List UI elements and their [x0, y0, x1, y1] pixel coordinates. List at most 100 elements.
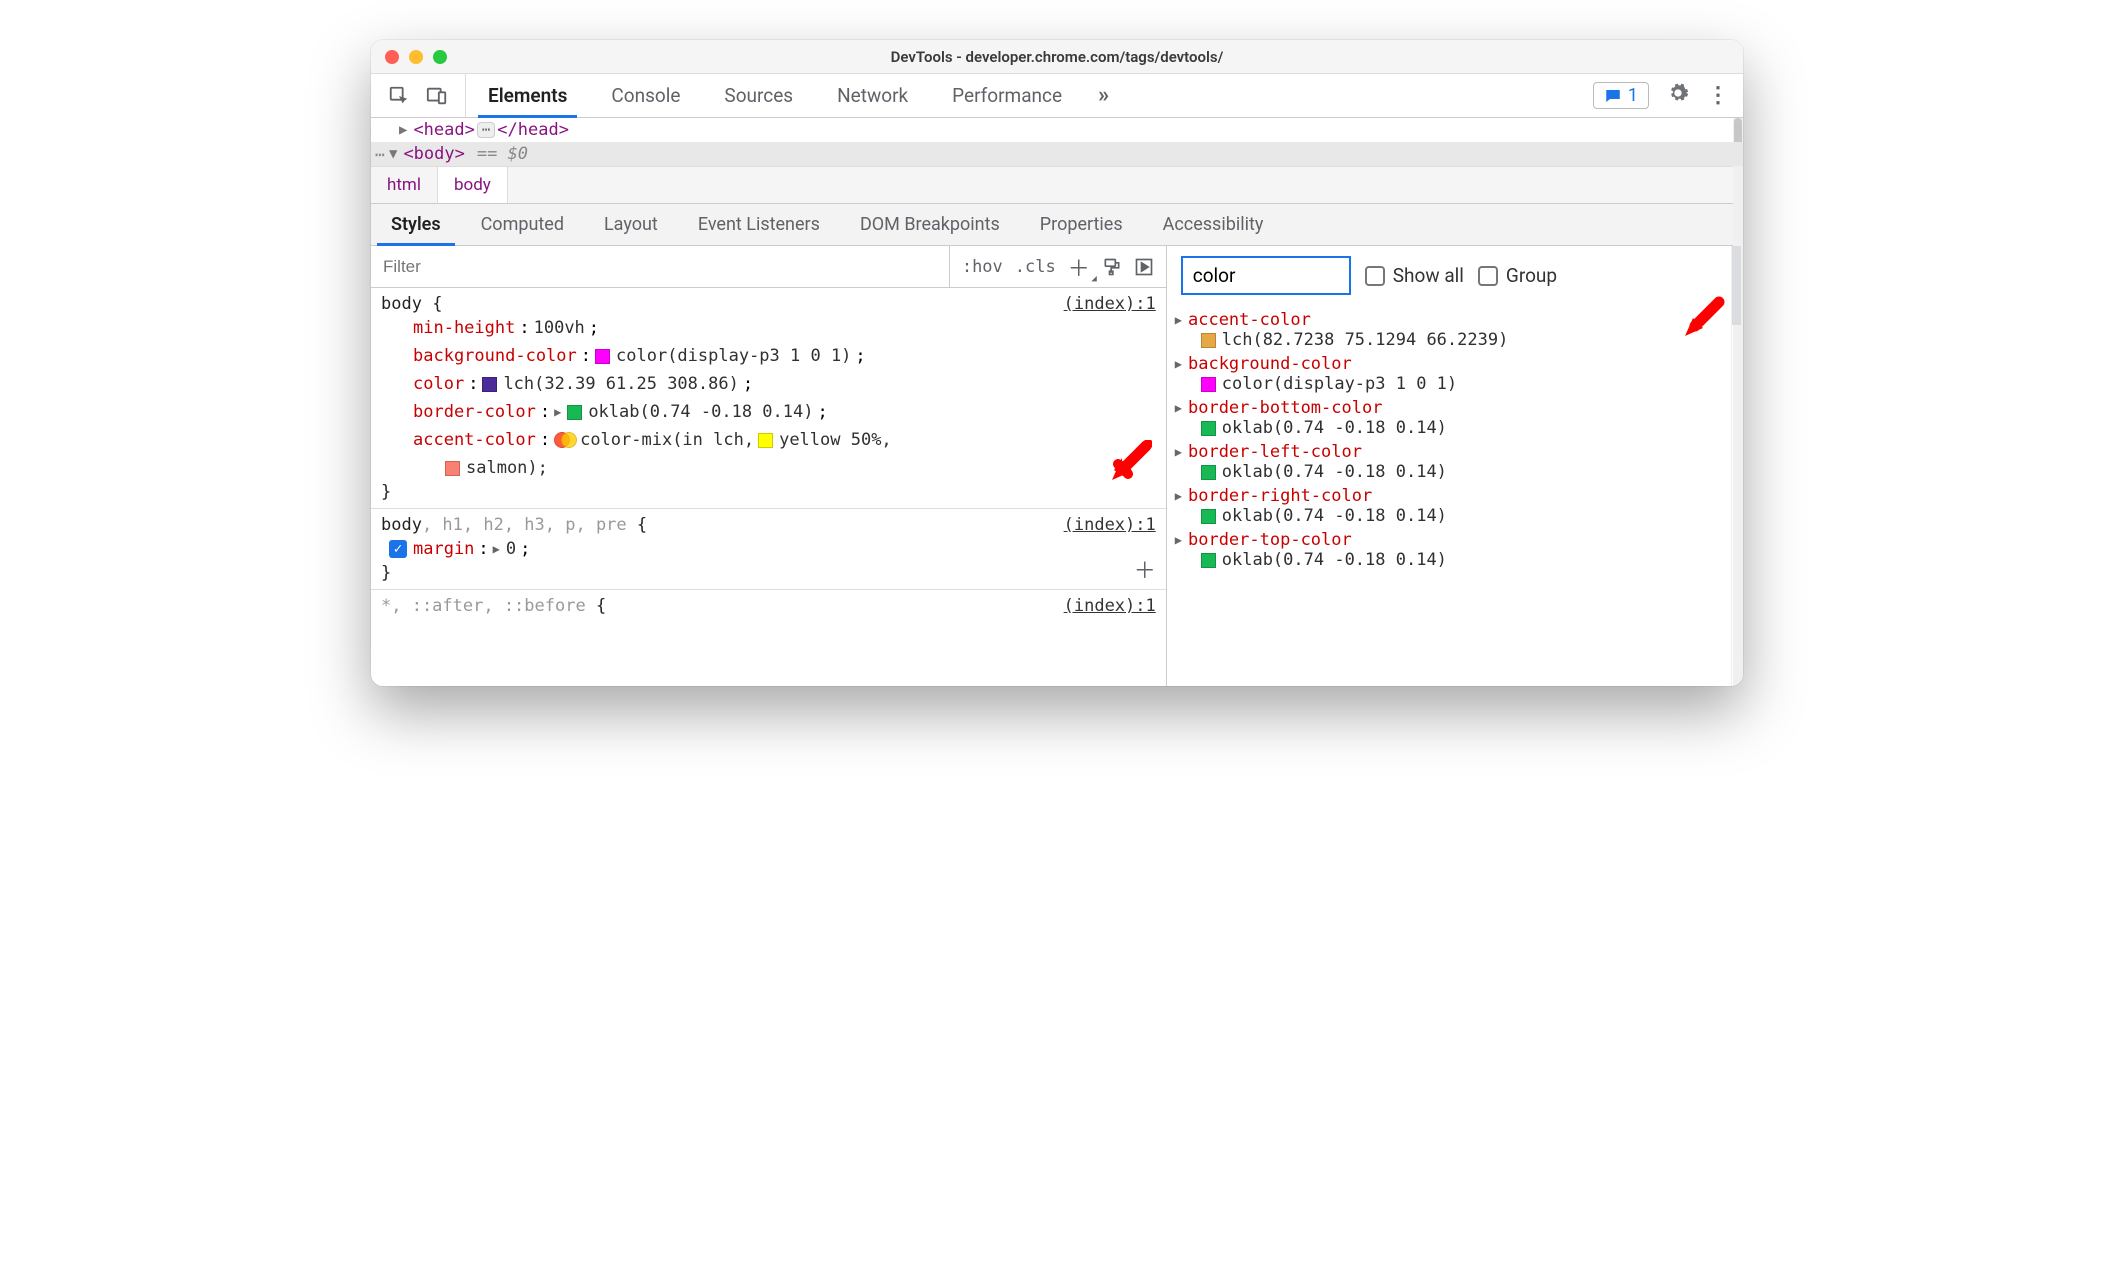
expand-computed-icon[interactable]: ▶ — [1175, 489, 1182, 503]
css-declaration[interactable]: ✓ margin: ▶ 0; — [381, 535, 1156, 563]
toolbar-right: 1 ⋮ — [1577, 74, 1743, 117]
subtab-accessibility[interactable]: Accessibility — [1143, 204, 1284, 245]
color-swatch[interactable] — [1201, 377, 1216, 392]
device-toggle-icon[interactable] — [425, 84, 449, 108]
color-swatch[interactable] — [1201, 465, 1216, 480]
message-icon — [1604, 87, 1622, 105]
tab-network[interactable]: Network — [815, 74, 930, 117]
tag-head-open: <head> — [413, 120, 474, 140]
more-options-button[interactable]: ⋮ — [1707, 83, 1727, 108]
settings-button[interactable] — [1667, 82, 1689, 110]
minimize-window-button[interactable] — [409, 50, 423, 64]
tab-sources[interactable]: Sources — [702, 74, 815, 117]
tab-console[interactable]: Console — [589, 74, 702, 117]
color-swatch[interactable] — [567, 405, 582, 420]
paint-icon[interactable] — [1102, 257, 1122, 277]
color-swatch[interactable] — [445, 461, 460, 476]
line-menu-icon[interactable]: ⋯ — [375, 145, 385, 164]
selector[interactable]: body, h1, h2, h3, p, pre { — [381, 515, 1156, 535]
color-swatch[interactable] — [1201, 333, 1216, 348]
expand-computed-icon[interactable]: ▶ — [1175, 401, 1182, 415]
main-toolbar: Elements Console Sources Network Perform… — [371, 74, 1743, 118]
computed-prop-value: color(display-p3 1 0 1) — [1222, 374, 1457, 394]
group-toggle[interactable]: Group — [1478, 264, 1557, 287]
computed-list: ▶accent-colorlch(82.7238 75.1294 66.2239… — [1167, 306, 1743, 686]
css-declaration[interactable]: background-color: color(display-p3 1 0 1… — [381, 342, 1156, 370]
subtab-layout[interactable]: Layout — [584, 204, 678, 245]
styles-computed-split: :hov .cls ＋◢ (index):1 body { — [371, 246, 1743, 686]
more-tabs-button[interactable]: » — [1084, 74, 1123, 117]
group-label: Group — [1506, 264, 1557, 287]
computed-prop-value: oklab(0.74 -0.18 0.14) — [1222, 418, 1447, 438]
insert-rule-button[interactable]: ＋ — [1134, 553, 1156, 585]
computed-pane: Show all Group ▶accent-colorlch(82.7238 … — [1167, 246, 1743, 686]
close-window-button[interactable] — [385, 50, 399, 64]
css-declaration-continuation[interactable]: salmon); — [381, 454, 1156, 482]
dom-body-line[interactable]: ⋯ ▼ <body> == $0 — [371, 142, 1743, 166]
color-swatch[interactable] — [1201, 421, 1216, 436]
computed-scrollbar[interactable] — [1731, 246, 1741, 686]
computed-prop-name: border-bottom-color — [1188, 398, 1382, 418]
computed-prop-name: border-right-color — [1188, 486, 1372, 506]
expand-icon[interactable]: ▶ — [399, 122, 407, 138]
dom-head-line[interactable]: ▶ <head> ⋯ </head> — [371, 118, 1743, 142]
color-mix-swatch[interactable] — [554, 431, 576, 449]
devtools-window: DevTools - developer.chrome.com/tags/dev… — [371, 40, 1743, 686]
expand-shorthand-icon[interactable]: ▶ — [554, 398, 561, 426]
crumb-body[interactable]: body — [438, 167, 508, 203]
computed-property[interactable]: ▶border-left-coloroklab(0.74 -0.18 0.14) — [1167, 440, 1743, 484]
computed-prop-name: accent-color — [1188, 310, 1311, 330]
toggle-hov-button[interactable]: :hov — [962, 257, 1003, 277]
subtab-properties[interactable]: Properties — [1020, 204, 1143, 245]
computed-filter-input[interactable] — [1181, 256, 1351, 295]
expand-computed-icon[interactable]: ▶ — [1175, 313, 1182, 327]
selector[interactable]: *, ::after, ::before { — [381, 596, 1156, 616]
color-swatch[interactable] — [1201, 553, 1216, 568]
css-declaration[interactable]: color: lch(32.39 61.25 308.86); — [381, 370, 1156, 398]
show-all-toggle[interactable]: Show all — [1365, 264, 1464, 287]
css-declaration[interactable]: border-color: ▶ oklab(0.74 -0.18 0.14); — [381, 398, 1156, 426]
source-link[interactable]: (index):1 — [1064, 596, 1156, 616]
checkbox-icon[interactable] — [1365, 266, 1385, 286]
computed-prop-value: oklab(0.74 -0.18 0.14) — [1222, 506, 1447, 526]
css-declaration[interactable]: accent-color: color-mix(in lch, yellow 5… — [381, 426, 1156, 454]
subtab-event-listeners[interactable]: Event Listeners — [678, 204, 840, 245]
source-link[interactable]: (index):1 — [1064, 515, 1156, 535]
subtab-dom-breakpoints[interactable]: DOM Breakpoints — [840, 204, 1020, 245]
css-declaration[interactable]: min-height: 100vh; — [381, 314, 1156, 342]
maximize-window-button[interactable] — [433, 50, 447, 64]
subtab-styles[interactable]: Styles — [371, 204, 461, 245]
expand-computed-icon[interactable]: ▶ — [1175, 445, 1182, 459]
property-checkbox[interactable]: ✓ — [389, 540, 407, 558]
styles-filter-input[interactable] — [371, 246, 950, 287]
computed-prop-name: border-left-color — [1188, 442, 1362, 462]
color-swatch[interactable] — [758, 433, 773, 448]
checkbox-icon[interactable] — [1478, 266, 1498, 286]
computed-property[interactable]: ▶ border-bottom-coloroklab(0.74 -0.18 0.1… — [1167, 396, 1743, 440]
expand-computed-icon[interactable]: ▶ — [1175, 533, 1182, 547]
color-swatch[interactable] — [482, 377, 497, 392]
new-style-rule-button[interactable]: ＋◢ — [1068, 251, 1090, 283]
computed-property[interactable]: ▶border-top-coloroklab(0.74 -0.18 0.14) — [1167, 528, 1743, 572]
rules-list: (index):1 body { min-height: 100vh; back… — [371, 288, 1166, 686]
expand-computed-icon[interactable]: ▶ — [1175, 357, 1182, 371]
subtab-computed[interactable]: Computed — [461, 204, 584, 245]
crumb-html[interactable]: html — [371, 167, 438, 203]
computed-property[interactable]: ▶ border-right-coloroklab(0.74 -0.18 0.14… — [1167, 484, 1743, 528]
gear-icon — [1667, 82, 1689, 104]
inspect-element-icon[interactable] — [387, 84, 411, 108]
selector[interactable]: body { — [381, 294, 1156, 314]
computed-property[interactable]: ▶accent-colorlch(82.7238 75.1294 66.2239… — [1167, 308, 1743, 352]
color-swatch[interactable] — [595, 349, 610, 364]
computed-reveal-icon[interactable] — [1134, 257, 1154, 277]
collapse-icon[interactable]: ▼ — [389, 146, 397, 162]
issues-badge[interactable]: 1 — [1593, 82, 1649, 109]
computed-property[interactable]: ▶background-colorcolor(display-p3 1 0 1) — [1167, 352, 1743, 396]
toggle-cls-button[interactable]: .cls — [1015, 257, 1056, 277]
tab-performance[interactable]: Performance — [930, 74, 1084, 117]
tab-elements[interactable]: Elements — [466, 74, 589, 117]
ellipsis-icon[interactable]: ⋯ — [477, 122, 495, 138]
color-swatch[interactable] — [1201, 509, 1216, 524]
source-link[interactable]: (index):1 — [1064, 294, 1156, 314]
expand-shorthand-icon[interactable]: ▶ — [493, 535, 500, 563]
